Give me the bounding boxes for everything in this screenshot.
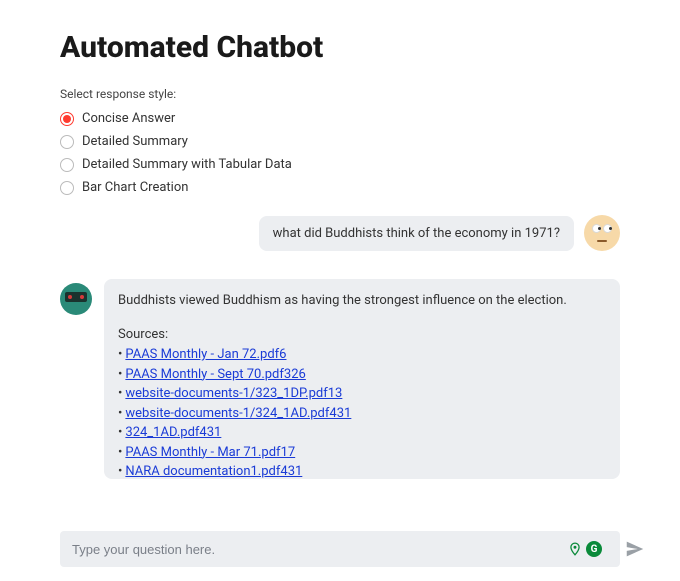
source-link[interactable]: NARA documentation1.pdf431 <box>125 464 302 479</box>
chat-area: what did Buddhists think of the economy … <box>60 215 620 479</box>
radio-option[interactable]: Concise Answer <box>60 111 620 126</box>
page-title: Automated Chatbot <box>60 30 620 65</box>
source-item: •website-documents-1/324_1AD.pdf431 <box>118 404 606 424</box>
source-item: •NARA documentation1.pdf431 <box>118 462 606 479</box>
user-message-bubble: what did Buddhists think of the economy … <box>259 216 574 251</box>
bullet: • <box>118 464 122 479</box>
bullet: • <box>118 406 122 421</box>
location-pin-icon[interactable] <box>568 542 582 556</box>
source-link[interactable]: PAAS Monthly - Sept 70.pdf326 <box>125 367 305 382</box>
source-item: •website-documents-1/323_1DP.pdf13 <box>118 384 606 404</box>
source-item: •PAAS Monthly - Mar 71.pdf17 <box>118 443 606 463</box>
grammarly-icon[interactable]: G <box>586 541 602 557</box>
user-message-row: what did Buddhists think of the economy … <box>60 215 620 251</box>
bullet: • <box>118 367 122 382</box>
radio-indicator <box>60 158 74 172</box>
response-style-radio-group: Concise Answer Detailed Summary Detailed S… <box>60 111 620 195</box>
radio-indicator <box>60 135 74 149</box>
source-link[interactable]: PAAS Monthly - Jan 72.pdf6 <box>125 347 286 362</box>
source-link[interactable]: 324_1AD.pdf431 <box>125 425 221 440</box>
radio-label: Detailed Summary with Tabular Data <box>82 157 292 172</box>
radio-label: Concise Answer <box>82 111 175 126</box>
style-select-label: Select response style: <box>60 87 620 101</box>
source-link[interactable]: website-documents-1/323_1DP.pdf13 <box>125 386 342 401</box>
source-link[interactable]: PAAS Monthly - Mar 71.pdf17 <box>125 445 295 460</box>
sources-label: Sources: <box>118 325 606 345</box>
radio-indicator <box>60 112 74 126</box>
bot-answer-text: Buddhists viewed Buddhism as having the … <box>118 291 606 311</box>
radio-indicator <box>60 181 74 195</box>
bot-message-bubble: Buddhists viewed Buddhism as having the … <box>104 279 620 479</box>
radio-option[interactable]: Detailed Summary with Tabular Data <box>60 157 620 172</box>
sources-list: •PAAS Monthly - Jan 72.pdf6•PAAS Monthly… <box>118 345 606 479</box>
bot-message-row: Buddhists viewed Buddhism as having the … <box>60 279 620 479</box>
radio-label: Bar Chart Creation <box>82 180 188 195</box>
radio-option[interactable]: Detailed Summary <box>60 134 620 149</box>
source-link[interactable]: website-documents-1/324_1AD.pdf431 <box>125 406 351 421</box>
bullet: • <box>118 445 122 460</box>
bullet: • <box>118 386 122 401</box>
input-bar: G <box>60 531 650 567</box>
question-input[interactable] <box>60 531 620 567</box>
send-button[interactable] <box>620 538 650 560</box>
bot-avatar <box>60 283 92 315</box>
user-avatar <box>584 215 620 251</box>
source-item: •324_1AD.pdf431 <box>118 423 606 443</box>
bullet: • <box>118 425 122 440</box>
source-item: •PAAS Monthly - Sept 70.pdf326 <box>118 365 606 385</box>
radio-option[interactable]: Bar Chart Creation <box>60 180 620 195</box>
bullet: • <box>118 347 122 362</box>
radio-label: Detailed Summary <box>82 134 188 149</box>
source-item: •PAAS Monthly - Jan 72.pdf6 <box>118 345 606 365</box>
